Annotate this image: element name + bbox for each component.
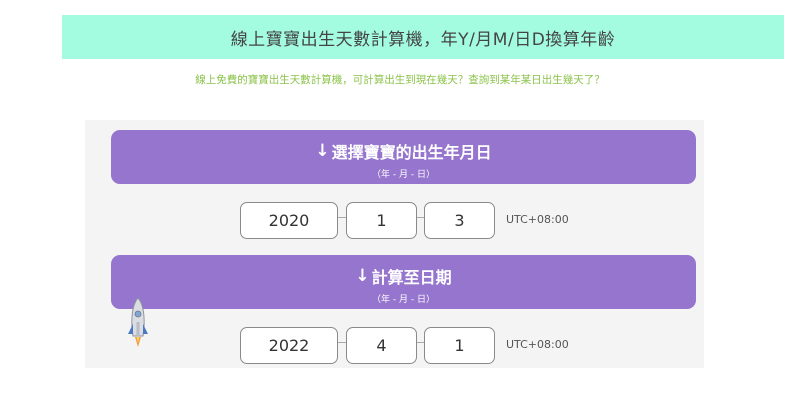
target-date-heading: 計算至日期 [371,268,452,287]
date-separator [338,217,346,218]
target-year-input[interactable] [240,327,338,364]
birth-month-input[interactable] [346,202,417,239]
title-bar: 線上寶寶出生天數計算機，年Y/月M/日D換算年齡 [62,15,784,59]
birth-date-heading: 選擇寶寶的出生年月日 [331,143,492,162]
target-month-input[interactable] [346,327,417,364]
birth-date-header: ↓ 選擇寶寶的出生年月日 （年 - 月 - 日） [111,130,696,184]
birth-date-inputs: UTC+08:00 [240,202,580,239]
birth-date-format-hint: （年 - 月 - 日） [372,170,435,180]
target-day-input[interactable] [424,327,495,364]
rocket-icon[interactable] [125,296,151,352]
page-subtitle: 線上免費的寶寶出生天數計算機，可計算出生到現在幾天？查詢到某年某日出生幾天了？ [195,74,605,86]
target-timezone-label: UTC+08:00 [506,338,569,351]
target-date-format-hint: （年 - 月 - 日） [372,295,435,305]
date-separator [338,342,346,343]
arrow-down-icon: ↓ [355,266,370,286]
birth-year-input[interactable] [240,202,338,239]
birth-timezone-label: UTC+08:00 [506,213,569,226]
birth-day-input[interactable] [424,202,495,239]
target-date-header: ↓ 計算至日期 （年 - 月 - 日） [111,255,696,309]
arrow-down-icon: ↓ [315,141,330,161]
target-date-inputs: UTC+08:00 [240,327,580,364]
page-title: 線上寶寶出生天數計算機，年Y/月M/日D換算年齡 [230,29,616,50]
